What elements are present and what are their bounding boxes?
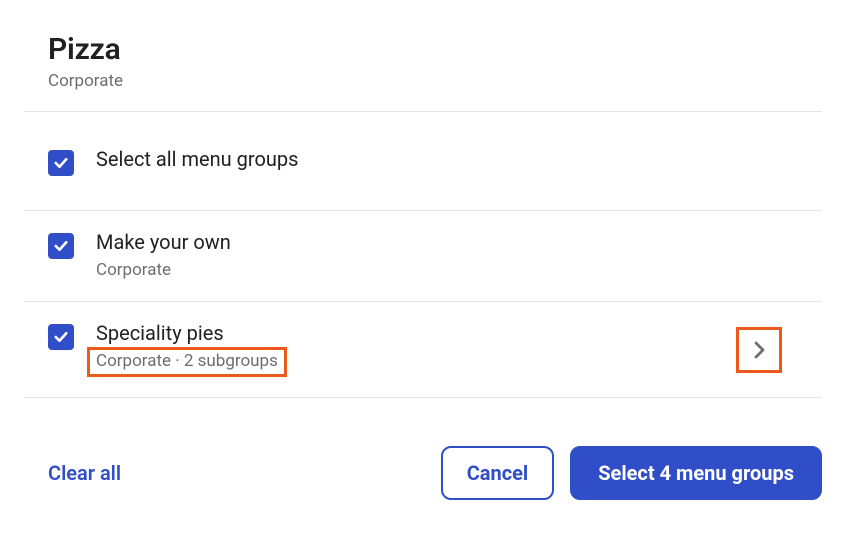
page-subtitle: Corporate (48, 71, 798, 91)
menu-group-label: Speciality pies (96, 320, 798, 346)
select-button[interactable]: Select 4 menu groups (570, 446, 822, 500)
row-content: Select all menu groups (96, 146, 798, 172)
page-title: Pizza (48, 32, 798, 67)
menu-group-row[interactable]: Make your own Corporate (0, 211, 846, 301)
dialog-actions: Clear all Cancel Select 4 menu groups (0, 398, 846, 524)
dialog: Pizza Corporate Select all menu groups M… (0, 0, 846, 524)
select-all-label: Select all menu groups (96, 146, 798, 172)
chevron-right-icon (747, 338, 771, 362)
actions-right: Cancel Select 4 menu groups (441, 446, 822, 500)
menu-group-row[interactable]: Speciality pies Corporate · 2 subgroups (0, 302, 846, 397)
menu-group-sub: Corporate · 2 subgroups (87, 347, 287, 377)
expand-subgroups-button[interactable] (736, 327, 782, 373)
checkbox-select-all[interactable] (48, 150, 74, 176)
check-icon (52, 154, 70, 172)
highlighted-subtext: Corporate · 2 subgroups (96, 346, 798, 377)
menu-group-label: Make your own (96, 229, 798, 255)
checkbox-item[interactable] (48, 233, 74, 259)
check-icon (52, 237, 70, 255)
cancel-button[interactable]: Cancel (441, 446, 555, 500)
dialog-header: Pizza Corporate (0, 0, 846, 111)
menu-group-sub: Corporate (96, 259, 798, 281)
clear-all-link[interactable]: Clear all (48, 461, 121, 485)
checkbox-item[interactable] (48, 324, 74, 350)
row-content: Speciality pies Corporate · 2 subgroups (96, 320, 798, 377)
check-icon (52, 328, 70, 346)
select-all-row[interactable]: Select all menu groups (0, 112, 846, 210)
row-content: Make your own Corporate (96, 229, 798, 281)
